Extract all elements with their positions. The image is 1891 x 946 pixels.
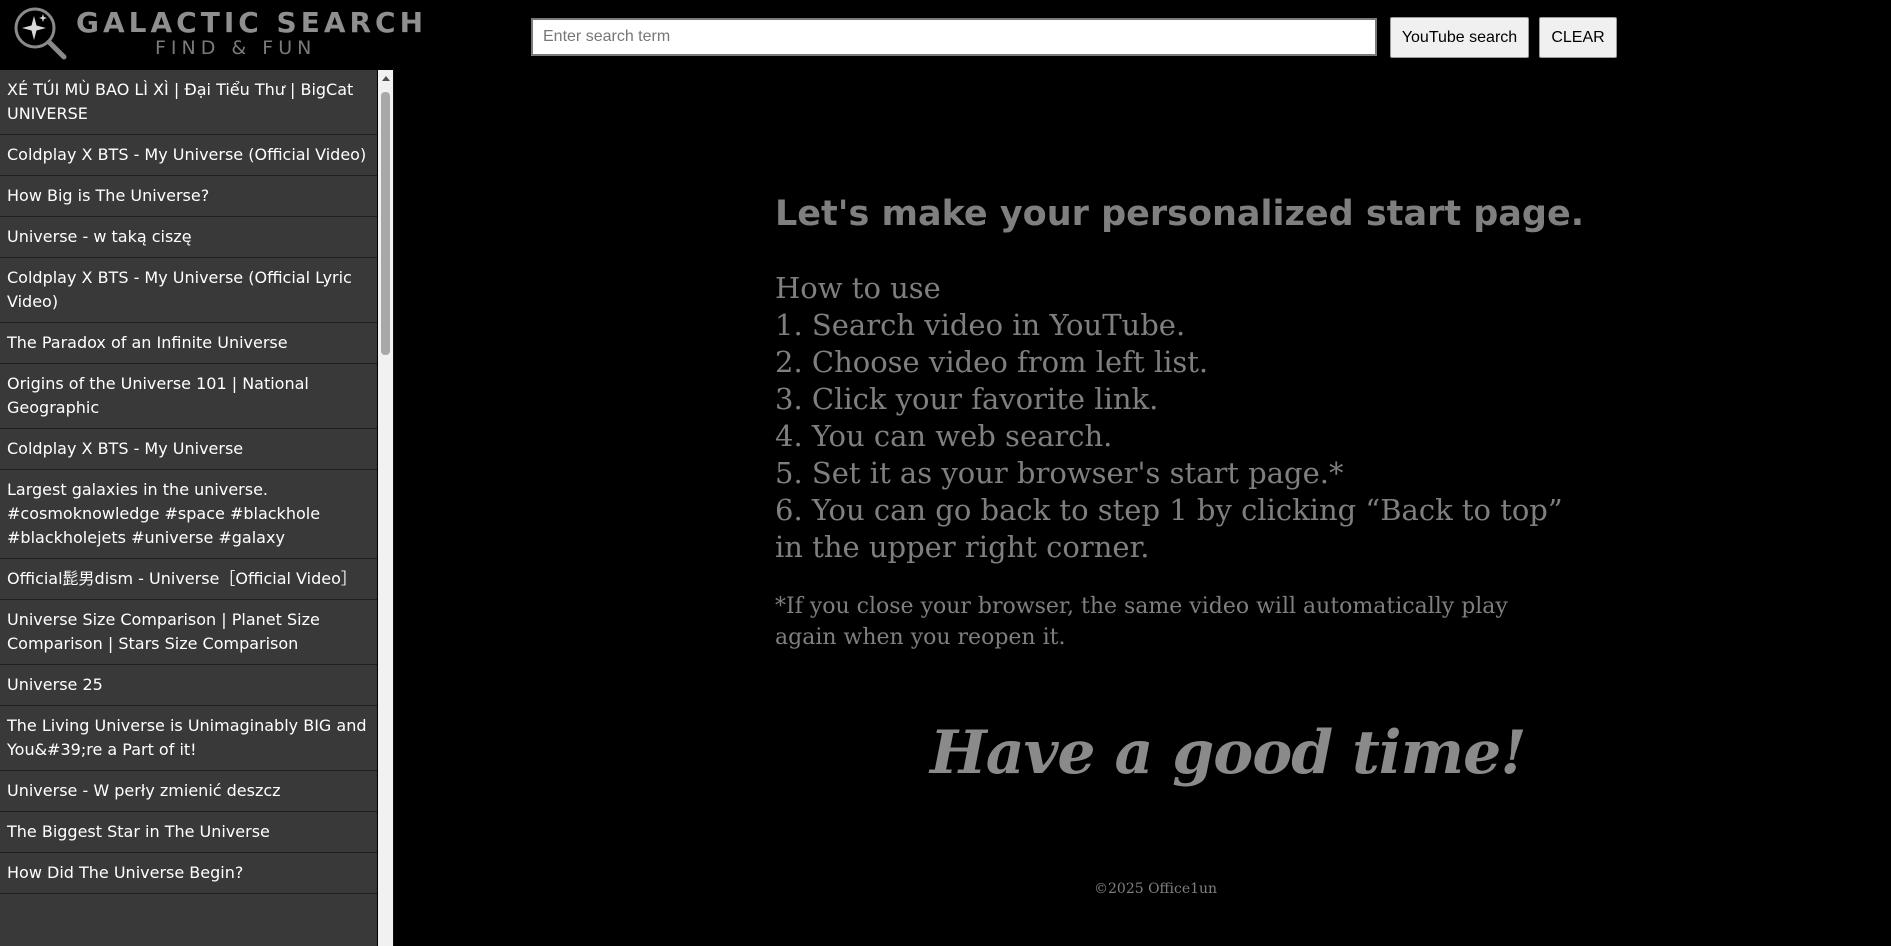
video-list-item[interactable]: Coldplay X BTS - My Universe [0,429,377,470]
youtube-search-button[interactable]: YouTube search [1390,17,1529,58]
step-item: 1. Search video in YouTube. [775,308,1186,342]
video-list-item[interactable]: The Living Universe is Unimaginably BIG … [0,706,377,771]
sidebar-scrollbar[interactable] [378,70,393,946]
video-list-item[interactable]: Universe - w taką ciszę [0,217,377,258]
video-list-item[interactable]: The Paradox of an Infinite Universe [0,323,377,364]
step-item: 4. You can web search. [775,419,1113,453]
greeting-text: Have a good time! [930,718,1527,788]
step-item: 5. Set it as your browser's start page.* [775,456,1344,490]
step-item: 6. You can go back to step 1 by clicking… [775,493,1563,527]
step-item: 3. Click your favorite link. [775,382,1159,416]
how-to-steps: How to use 1. Search video in YouTube. 2… [775,270,1563,566]
video-list-item[interactable]: Official髭男dism - Universe［Official Video… [0,559,377,600]
clear-button[interactable]: CLEAR [1539,17,1617,58]
video-list-item[interactable]: How Big is The Universe? [0,176,377,217]
app-root: GALACTIC SEARCH FIND & FUN YouTube searc… [0,0,1891,946]
video-list-item[interactable]: Origins of the Universe 101 | National G… [0,364,377,429]
step-item: in the upper right corner. [775,530,1150,564]
video-list-item[interactable]: XÉ TÚI MÙ BAO LÌ XÌ | Đại Tiểu Thư | Big… [0,70,377,135]
video-list-item[interactable]: Universe Size Comparison | Planet Size C… [0,600,377,665]
search-input[interactable] [531,18,1377,56]
scroll-up-arrow-icon[interactable] [378,70,393,87]
page-title: Let's make your personalized start page. [775,194,1584,234]
main-content: Let's make your personalized start page.… [394,68,1891,946]
logo[interactable]: GALACTIC SEARCH FIND & FUN [0,0,423,68]
scrollbar-thumb[interactable] [381,92,390,355]
video-list-item[interactable]: The Biggest Star in The Universe [0,812,377,853]
video-list-item[interactable]: How Did The Universe Begin? [0,853,377,894]
copyright: ©2025 Office1un [1094,881,1218,897]
video-list-item[interactable]: Largest galaxies in the universe. #cosmo… [0,470,377,559]
video-list: XÉ TÚI MÙ BAO LÌ XÌ | Đại Tiểu Thư | Big… [0,70,377,894]
magnifier-sparkle-icon [14,7,67,60]
video-list-item[interactable]: Universe 25 [0,665,377,706]
video-list-item[interactable]: Coldplay X BTS - My Universe (Official V… [0,135,377,176]
steps-heading: How to use [775,271,941,305]
video-list-item[interactable]: Coldplay X BTS - My Universe (Official L… [0,258,377,323]
footnote: *If you close your browser, the same vid… [775,594,1508,650]
video-list-item[interactable]: Universe - W perły zmienić deszcz [0,771,377,812]
video-list-sidebar[interactable]: XÉ TÚI MÙ BAO LÌ XÌ | Đại Tiểu Thư | Big… [0,70,377,946]
logo-title: GALACTIC SEARCH [76,6,428,39]
logo-subtitle: FIND & FUN [155,37,317,59]
step-item: 2. Choose video from left list. [775,345,1209,379]
